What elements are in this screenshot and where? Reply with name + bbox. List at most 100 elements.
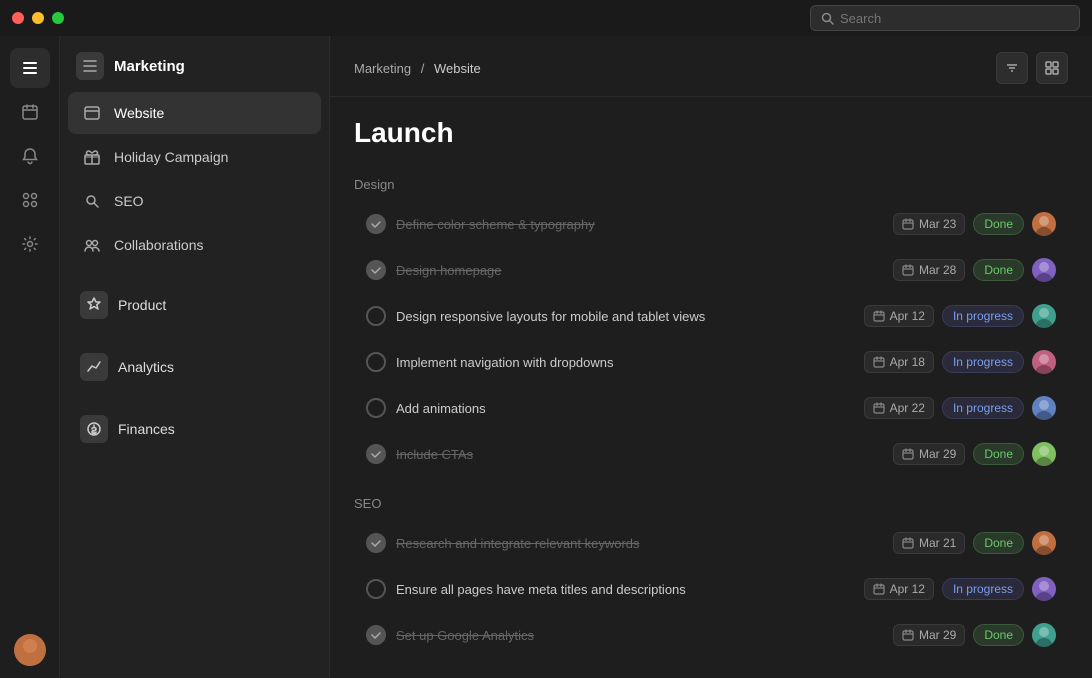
task-checkbox[interactable]: [366, 306, 386, 326]
task-date: Apr 22: [864, 397, 934, 419]
task-date: Apr 12: [864, 578, 934, 600]
sidebar-item-collaborations[interactable]: Collaborations: [68, 224, 321, 266]
breadcrumb: Marketing / Website: [354, 61, 481, 76]
breadcrumb-parent: Marketing: [354, 61, 411, 76]
view-toggle-button[interactable]: [1036, 52, 1068, 84]
page-title-row: Launch: [330, 97, 1092, 157]
search-bar[interactable]: [810, 5, 1080, 31]
window-controls: [12, 12, 64, 24]
task-avatar: [1032, 396, 1056, 420]
task-row[interactable]: Design responsive layouts for mobile and…: [354, 294, 1068, 338]
titlebar: [0, 0, 1092, 36]
main-header: Marketing / Website: [330, 36, 1092, 97]
task-label: Include CTAs: [396, 447, 883, 462]
sidebar-item-seo[interactable]: SEO: [68, 180, 321, 222]
nav-calendar[interactable]: [10, 92, 50, 132]
task-date: Mar 29: [893, 624, 965, 646]
task-meta: Mar 23Done: [893, 212, 1056, 236]
task-label: Design homepage: [396, 263, 883, 278]
task-date: Mar 29: [893, 443, 965, 465]
user-avatar[interactable]: [14, 634, 46, 666]
task-label: Design responsive layouts for mobile and…: [396, 309, 854, 324]
section-design: DesignDefine color scheme & typography M…: [354, 177, 1068, 476]
task-row[interactable]: Add animations Apr 22In progress: [354, 386, 1068, 430]
nav-tasks[interactable]: [10, 48, 50, 88]
sidebar-item-website[interactable]: Website: [68, 92, 321, 134]
sidebar-item-label-holiday: Holiday Campaign: [114, 149, 228, 165]
minimize-button[interactable]: [32, 12, 44, 24]
task-status-badge: Done: [973, 443, 1024, 465]
sidebar-items-section: Website Holiday Campaign SEO Collaborati…: [60, 88, 329, 272]
task-label: Implement navigation with dropdowns: [396, 355, 854, 370]
task-checkbox[interactable]: [366, 260, 386, 280]
sidebar-title: Marketing: [114, 58, 185, 75]
task-checkbox[interactable]: [366, 214, 386, 234]
task-checkbox[interactable]: [366, 352, 386, 372]
task-row[interactable]: Define color scheme & typography Mar 23D…: [354, 202, 1068, 246]
task-row[interactable]: Design homepage Mar 28 Done: [354, 248, 1068, 292]
task-row[interactable]: Implement navigation with dropdowns Apr …: [354, 340, 1068, 384]
task-checkbox[interactable]: [366, 579, 386, 599]
task-label: Set up Google Analytics: [396, 628, 883, 643]
sidebar-group-label-product: Product: [118, 297, 166, 313]
task-status-badge: Done: [973, 259, 1024, 281]
sidebar-group-label-analytics: Analytics: [118, 359, 174, 375]
task-meta: Apr 12In progress: [864, 577, 1056, 601]
task-status-badge: Done: [973, 532, 1024, 554]
task-meta: Apr 22In progress: [864, 396, 1056, 420]
section-header-seo: SEO: [354, 496, 1068, 511]
task-meta: Apr 12 In progress: [864, 304, 1056, 328]
filter-button[interactable]: [996, 52, 1028, 84]
icon-nav: [0, 36, 60, 678]
sidebar-group-header-finances[interactable]: Finances: [68, 406, 321, 452]
task-checkbox[interactable]: [366, 533, 386, 553]
task-meta: Apr 18In progress: [864, 350, 1056, 374]
sidebar-group-product: Product: [60, 272, 329, 334]
sidebar-group-analytics: Analytics: [60, 334, 329, 396]
sidebar-group-label-finances: Finances: [118, 421, 175, 437]
main-content: Marketing / Website Launch DesignDefine …: [330, 36, 1092, 678]
task-date: Mar 28: [893, 259, 965, 281]
task-date: Apr 12: [864, 305, 934, 327]
sidebar-header: Marketing: [60, 36, 329, 88]
close-button[interactable]: [12, 12, 24, 24]
task-avatar: [1032, 304, 1056, 328]
sidebar-item-label-seo: SEO: [114, 193, 144, 209]
task-checkbox[interactable]: [366, 444, 386, 464]
search-circle-icon: [80, 189, 104, 213]
task-checkbox[interactable]: [366, 398, 386, 418]
task-row[interactable]: Set up Google Analytics Mar 29Done: [354, 613, 1068, 657]
task-avatar: [1032, 212, 1056, 236]
task-avatar: [1032, 258, 1056, 282]
task-meta: Mar 29 Done: [893, 442, 1056, 466]
website-icon: [80, 101, 104, 125]
page-title: Launch: [354, 117, 1068, 149]
gift-icon: [80, 145, 104, 169]
analytics-icon: [80, 353, 108, 381]
task-status-badge: In progress: [942, 305, 1024, 327]
nav-settings[interactable]: [10, 224, 50, 264]
task-avatar: [1032, 623, 1056, 647]
search-icon: [821, 12, 834, 25]
task-meta: Mar 21Done: [893, 531, 1056, 555]
app-body: Marketing Website Holiday Campaign SEO: [0, 36, 1092, 678]
sidebar-group-header-analytics[interactable]: Analytics: [68, 344, 321, 390]
task-row[interactable]: Ensure all pages have meta titles and de…: [354, 567, 1068, 611]
sidebar-header-icon: [76, 52, 104, 80]
task-label: Ensure all pages have meta titles and de…: [396, 582, 854, 597]
sidebar-group-finances: Finances: [60, 396, 329, 458]
task-row[interactable]: Research and integrate relevant keywords…: [354, 521, 1068, 565]
nav-integrations[interactable]: [10, 180, 50, 220]
sidebar-item-label-website: Website: [114, 105, 164, 121]
sidebar-item-holiday-campaign[interactable]: Holiday Campaign: [68, 136, 321, 178]
search-input[interactable]: [840, 11, 1069, 26]
task-checkbox[interactable]: [366, 625, 386, 645]
sidebar-item-label-collaborations: Collaborations: [114, 237, 204, 253]
maximize-button[interactable]: [52, 12, 64, 24]
sidebar: Marketing Website Holiday Campaign SEO: [60, 36, 330, 678]
sidebar-group-header-product[interactable]: Product: [68, 282, 321, 328]
task-row[interactable]: Include CTAs Mar 29 Done: [354, 432, 1068, 476]
nav-notifications[interactable]: [10, 136, 50, 176]
task-date: Mar 23: [893, 213, 965, 235]
task-label: Research and integrate relevant keywords: [396, 536, 883, 551]
